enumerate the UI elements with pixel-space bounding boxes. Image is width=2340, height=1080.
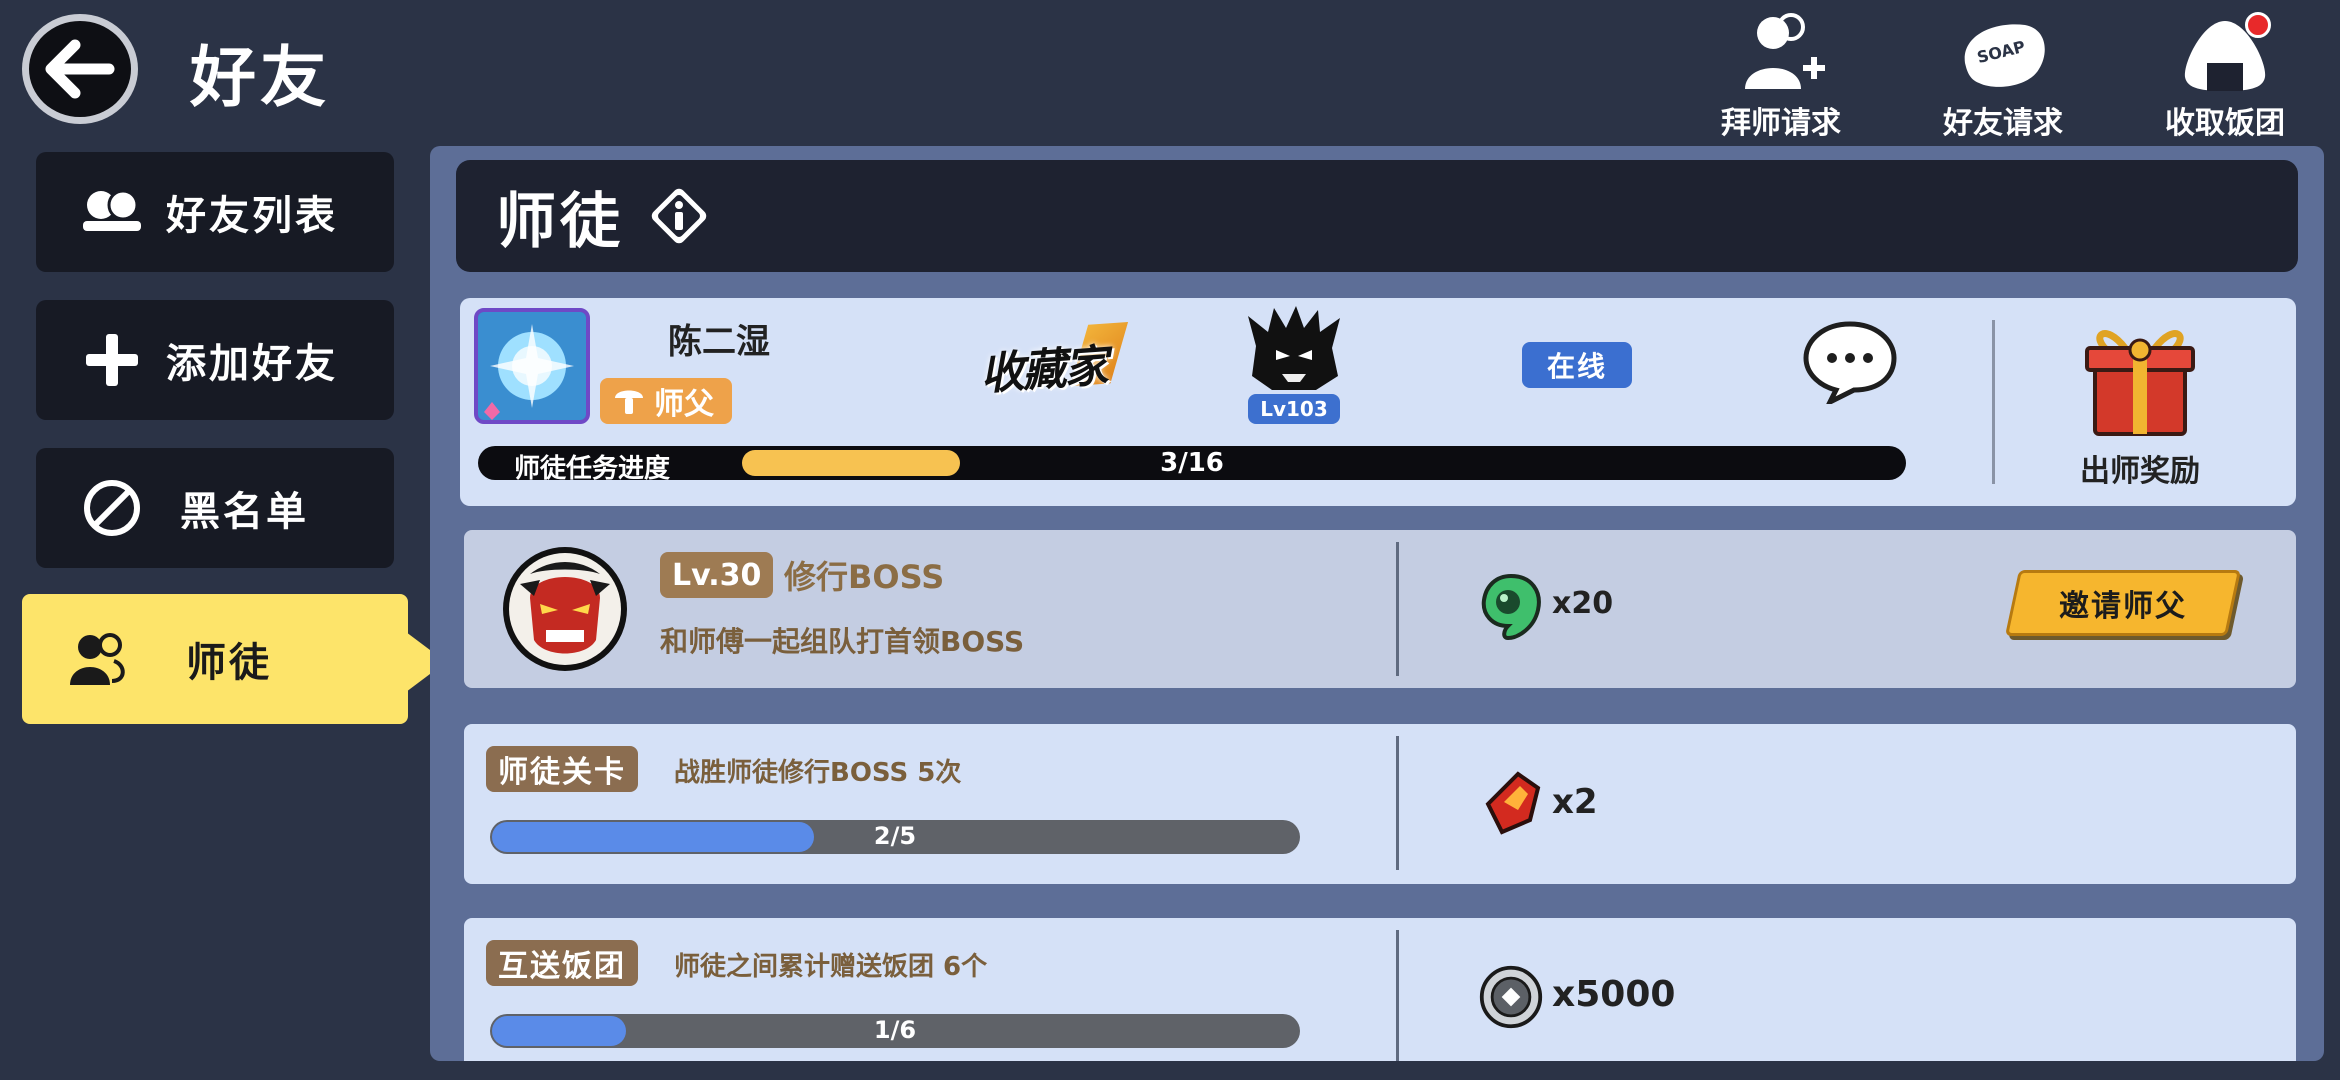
task-tag: 师徒关卡 bbox=[486, 746, 638, 792]
soap-icon: SOAP bbox=[1953, 12, 2053, 94]
sidebar-item-friend-list[interactable]: 好友列表 bbox=[36, 152, 394, 272]
silver-coin-icon bbox=[1479, 965, 1543, 1029]
red-crystal-icon bbox=[1485, 771, 1541, 835]
avatar-portrait-icon bbox=[478, 312, 586, 420]
hero-portrait-icon bbox=[1248, 306, 1340, 390]
sidebar-item-label: 好友列表 bbox=[166, 193, 338, 239]
mentorship-panel: 师徒 陈二湿 师父 收藏家 Lv103 在线 师徒任务进度 3/16 出师奖励 … bbox=[430, 146, 2324, 1061]
sidebar-item-label: 师徒 bbox=[186, 640, 272, 686]
level-pill: Lv103 bbox=[1248, 394, 1340, 424]
section-header: 师徒 bbox=[456, 160, 2298, 272]
plus-icon bbox=[72, 320, 152, 400]
invite-master-button[interactable]: 邀请师父 bbox=[2004, 570, 2242, 636]
reward-quantity: x2 bbox=[1552, 782, 1598, 822]
graduate-reward-button[interactable]: 出师奖励 bbox=[2000, 318, 2280, 494]
task-row-stage: 师徒关卡 战胜师徒修行BOSS 5次 2/5 x2 bbox=[464, 724, 2296, 884]
info-icon[interactable] bbox=[644, 181, 714, 251]
mentor-icon bbox=[58, 619, 138, 699]
sidebar-item-add-friend[interactable]: 添加好友 bbox=[36, 300, 394, 420]
collect-rice-ball-button[interactable]: 收取饭团 bbox=[2130, 12, 2320, 142]
progress-label: 师徒任务进度 bbox=[514, 454, 671, 480]
back-arrow-icon bbox=[45, 39, 115, 99]
friend-request-button[interactable]: SOAP 好友请求 bbox=[1908, 12, 2098, 142]
collector-title-badge: 收藏家 bbox=[978, 330, 1108, 403]
master-card: 陈二湿 师父 收藏家 Lv103 在线 师徒任务进度 3/16 出师奖励 bbox=[460, 298, 2296, 506]
divider bbox=[1396, 736, 1399, 870]
progress-text: 3/16 bbox=[1160, 448, 1224, 478]
green-gem-icon bbox=[1481, 573, 1541, 641]
mentor-request-button[interactable]: 拜师请求 bbox=[1686, 12, 1876, 142]
block-icon bbox=[72, 468, 152, 548]
divider bbox=[1396, 542, 1399, 676]
boss-title: 修行BOSS bbox=[784, 558, 945, 596]
reward-quantity: x20 bbox=[1552, 586, 1614, 621]
master-avatar[interactable] bbox=[474, 308, 590, 424]
boss-level-badge: Lv.30 bbox=[660, 552, 774, 598]
red-demon-avatar-icon bbox=[503, 547, 627, 671]
sidebar-item-mentorship[interactable]: 师徒 bbox=[22, 594, 408, 724]
mentor-hat-icon bbox=[615, 390, 643, 414]
master-name: 陈二湿 bbox=[668, 322, 770, 362]
mentor-request-label: 拜师请求 bbox=[1721, 106, 1841, 141]
chat-bubble-icon[interactable] bbox=[1800, 318, 1900, 404]
sidebar-item-blacklist[interactable]: 黑名单 bbox=[36, 448, 394, 568]
online-status: 在线 bbox=[1522, 342, 1632, 388]
task-progress-bar: 2/5 bbox=[490, 820, 1300, 854]
task-tag: 互送饭团 bbox=[486, 940, 638, 986]
invite-master-label: 邀请师父 bbox=[2059, 589, 2187, 624]
progress-text: 2/5 bbox=[873, 822, 917, 850]
back-button[interactable] bbox=[22, 14, 138, 124]
gift-box-icon bbox=[2085, 330, 2195, 436]
collect-rice-ball-label: 收取饭团 bbox=[2165, 106, 2285, 141]
rice-ball-icon bbox=[2175, 12, 2275, 94]
section-title: 师徒 bbox=[496, 186, 624, 257]
task-row-boss: Lv.30 修行BOSS 和师傅一起组队打首领BOSS x20 邀请师父 bbox=[464, 530, 2296, 688]
progress-text: 1/6 bbox=[873, 1016, 917, 1044]
role-label: 师父 bbox=[654, 387, 714, 422]
master-task-progress: 师徒任务进度 3/16 bbox=[478, 446, 1906, 480]
friend-request-label: 好友请求 bbox=[1943, 106, 2063, 141]
task-description: 和师傅一起组队打首领BOSS bbox=[660, 625, 1025, 658]
friends-icon bbox=[72, 172, 152, 252]
task-description: 师徒之间累计赠送饭团 6个 bbox=[674, 952, 988, 982]
task-progress-bar: 1/6 bbox=[490, 1014, 1300, 1048]
user-add-icon bbox=[1731, 12, 1831, 94]
task-description: 战胜师徒修行BOSS 5次 bbox=[674, 758, 962, 788]
page-title: 好友 bbox=[190, 39, 330, 116]
divider bbox=[1992, 320, 1995, 484]
reward-quantity: x5000 bbox=[1552, 974, 1676, 1015]
notification-dot bbox=[2245, 12, 2271, 38]
graduate-reward-label: 出师奖励 bbox=[2080, 454, 2200, 489]
divider bbox=[1396, 930, 1399, 1061]
sidebar-item-label: 黑名单 bbox=[180, 489, 309, 535]
sidebar-item-label: 添加好友 bbox=[166, 341, 338, 387]
role-badge: 师父 bbox=[600, 378, 732, 424]
task-row-rice-ball: 互送饭团 师徒之间累计赠送饭团 6个 1/6 x5000 bbox=[464, 918, 2296, 1061]
